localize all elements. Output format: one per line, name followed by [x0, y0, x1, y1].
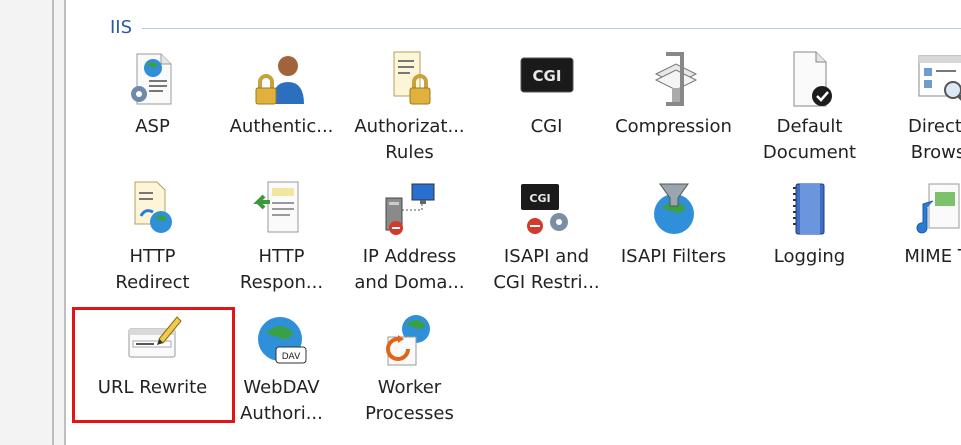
feature-label: ISAPI and CGI Restri... [493, 246, 600, 293]
feature-label: IP Address and Doma... [354, 246, 465, 293]
ip-address-domain-icon [378, 178, 442, 242]
feature-default-document[interactable]: Default Document [747, 48, 872, 163]
feature-http-response-headers[interactable]: HTTP Respon... [219, 178, 344, 293]
feature-label: Compression [615, 116, 732, 137]
mime-types-icon [909, 178, 961, 242]
feature-authorization-rules[interactable]: Authorizat... Rules [347, 48, 472, 163]
feature-isapi-cgi-restrictions[interactable]: CGI ISAPI and CGI Restri... [484, 178, 609, 293]
feature-cgi[interactable]: CGI CGI [484, 48, 609, 163]
logging-icon [778, 178, 842, 242]
feature-label: HTTP Redirect [115, 246, 190, 293]
feature-http-redirect[interactable]: HTTP Redirect [90, 178, 215, 293]
feature-label: Directo Browsi [908, 116, 961, 163]
feature-logging[interactable]: Logging [747, 178, 872, 293]
feature-ip-address-domain[interactable]: IP Address and Doma... [347, 178, 472, 293]
asp-icon [121, 48, 185, 112]
http-response-headers-icon [250, 178, 314, 242]
isapi-cgi-restrictions-icon: CGI [515, 178, 579, 242]
feature-label: MIME Ty [904, 246, 961, 267]
feature-webdav-authoring[interactable]: DAV WebDAV Authori... [219, 309, 344, 424]
feature-label: WebDAV Authori... [240, 377, 323, 424]
feature-compression[interactable]: Compression [611, 48, 736, 163]
feature-label: Default Document [762, 116, 857, 163]
feature-mime-types[interactable]: MIME Ty [878, 178, 961, 293]
svg-text:DAV: DAV [281, 352, 300, 362]
isapi-filters-icon [642, 178, 706, 242]
feature-label: Authentic... [229, 116, 334, 137]
worker-processes-icon [378, 309, 442, 373]
svg-text:CGI: CGI [529, 192, 550, 205]
feature-isapi-filters[interactable]: ISAPI Filters [611, 178, 736, 293]
feature-label: Worker Processes [365, 377, 454, 424]
group-header: IIS [110, 14, 961, 40]
cgi-icon: CGI [515, 48, 579, 112]
authorization-rules-icon [378, 48, 442, 112]
feature-label: HTTP Respon... [239, 246, 324, 293]
feature-asp[interactable]: ASP [90, 48, 215, 163]
feature-label: Authorizat... Rules [354, 116, 465, 163]
http-redirect-icon [121, 178, 185, 242]
feature-label: Logging [773, 246, 846, 267]
svg-text:CGI: CGI [532, 67, 561, 85]
default-document-icon [778, 48, 842, 112]
feature-worker-processes[interactable]: Worker Processes [347, 309, 472, 424]
left-panel-edge [0, 0, 66, 445]
features-view: IIS ASP Authentic... Authorizat... Rules… [66, 0, 961, 445]
feature-label: CGI [530, 116, 563, 137]
webdav-authoring-icon: DAV [250, 309, 314, 373]
group-title: IIS [110, 16, 133, 38]
url-rewrite-icon [121, 309, 185, 373]
authentication-icon [250, 48, 314, 112]
feature-url-rewrite[interactable]: URL Rewrite [90, 309, 215, 424]
group-divider [142, 27, 961, 29]
feature-authentication[interactable]: Authentic... [219, 48, 344, 163]
panel-divider [52, 0, 54, 445]
feature-label: URL Rewrite [97, 377, 208, 398]
directory-browsing-icon [909, 48, 961, 112]
compression-icon [642, 48, 706, 112]
feature-label: ASP [135, 116, 170, 137]
feature-label: ISAPI Filters [620, 246, 727, 267]
feature-directory-browsing[interactable]: Directo Browsi [878, 48, 961, 163]
